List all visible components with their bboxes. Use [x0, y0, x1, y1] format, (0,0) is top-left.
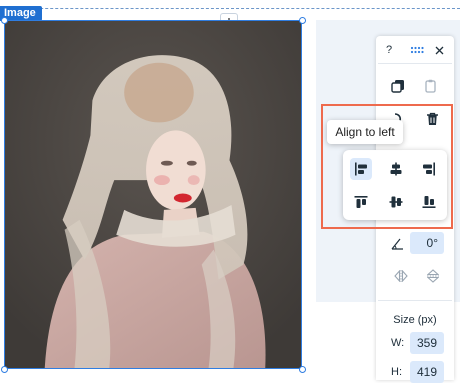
resize-handle-bottom-left[interactable] — [1, 366, 8, 373]
rotate-label — [389, 235, 405, 251]
drag-handle[interactable] — [409, 44, 425, 56]
resize-handle-top-left[interactable] — [1, 17, 8, 24]
paste-icon — [425, 79, 436, 93]
panel-divider — [378, 63, 452, 64]
size-section-title: Size (px) — [393, 314, 437, 326]
angle-icon — [391, 238, 403, 250]
close-icon — [435, 46, 443, 54]
resize-handle-top-right[interactable] — [299, 17, 306, 24]
flip-vertical-button[interactable] — [425, 268, 441, 284]
portrait-photo — [5, 21, 301, 368]
panel-divider — [378, 300, 452, 301]
flip-horizontal-icon — [394, 270, 408, 282]
copy-icon — [391, 80, 404, 93]
top-guide-line — [0, 8, 460, 9]
height-label: H: — [391, 366, 402, 378]
drag-dots-icon — [410, 46, 424, 54]
flip-vertical-icon — [427, 269, 439, 283]
close-panel-button[interactable] — [433, 44, 445, 56]
copy-button[interactable] — [389, 77, 407, 95]
paste-button[interactable] — [422, 77, 440, 95]
selected-image[interactable] — [4, 20, 302, 369]
rotation-input[interactable]: 0° — [410, 232, 444, 254]
flip-horizontal-button[interactable] — [393, 268, 409, 284]
help-button[interactable]: ? — [383, 43, 395, 57]
align-left-tooltip: Align to left — [327, 120, 403, 144]
resize-handle-bottom-right[interactable] — [299, 366, 306, 373]
width-input[interactable]: 359 — [410, 332, 444, 354]
width-label: W: — [391, 337, 405, 349]
